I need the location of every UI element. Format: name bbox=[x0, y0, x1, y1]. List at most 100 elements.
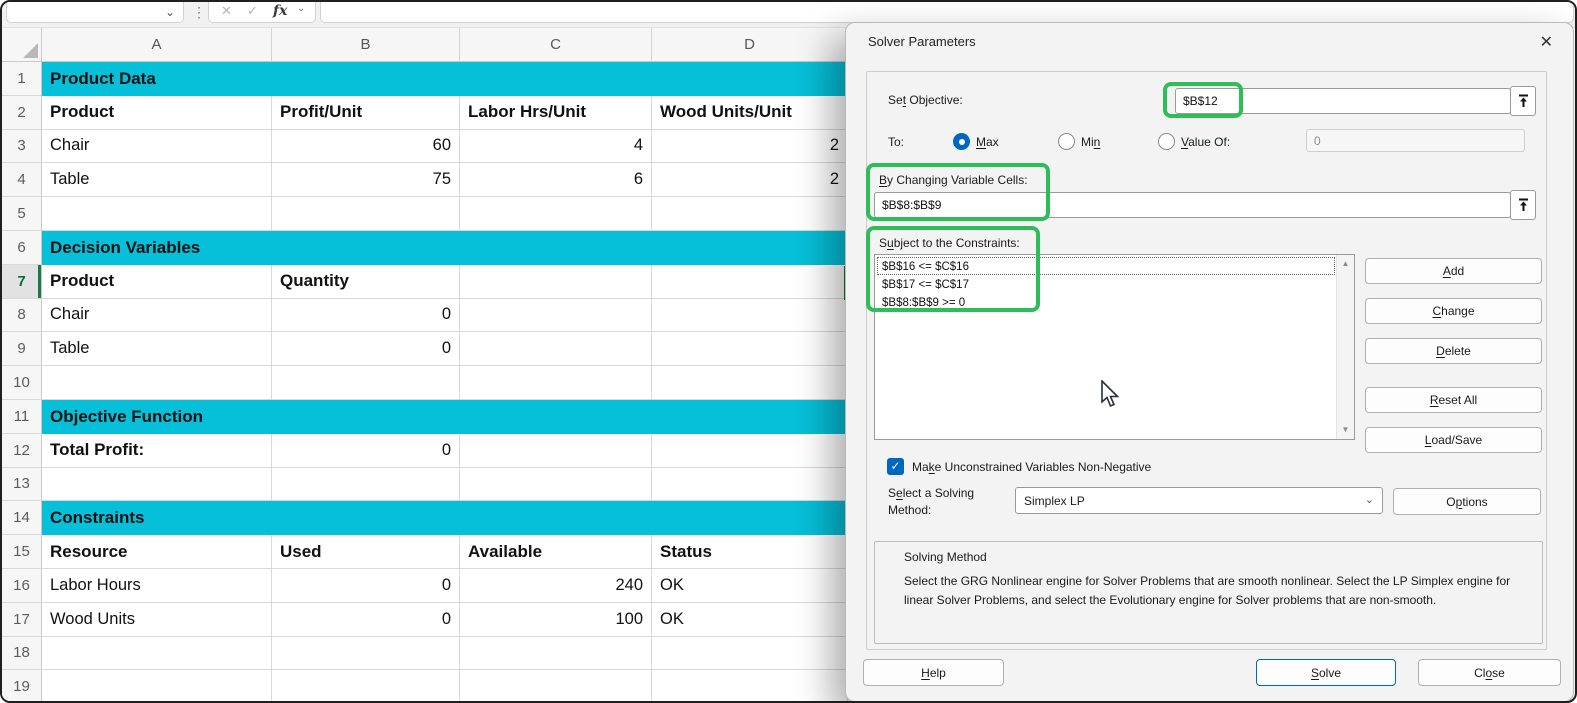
close-icon[interactable]: ✕ bbox=[1540, 32, 1553, 52]
cell-D2[interactable]: Wood Units/Unit bbox=[652, 95, 848, 130]
cell-D4[interactable]: 2 bbox=[652, 163, 848, 198]
constraint-item-0[interactable]: $B$16 <= $C$16 bbox=[877, 257, 1335, 275]
radio-value-of[interactable] bbox=[1158, 133, 1175, 150]
cell-C8[interactable] bbox=[460, 298, 652, 333]
row-header-16[interactable]: 16 bbox=[2, 568, 42, 603]
cell-D15[interactable]: Status bbox=[652, 535, 848, 569]
formula-bar-input[interactable] bbox=[320, 2, 1574, 23]
section-header-cell-A1[interactable]: Product Data bbox=[42, 62, 848, 96]
cell-B4[interactable]: 75 bbox=[272, 163, 460, 198]
select-all-corner[interactable] bbox=[2, 28, 42, 62]
help-button[interactable]: Help bbox=[863, 659, 1004, 686]
cell-B5[interactable] bbox=[272, 197, 460, 231]
row-header-7[interactable]: 7 bbox=[2, 264, 42, 299]
cell-C3[interactable]: 4 bbox=[460, 129, 652, 164]
cell-A16[interactable]: Labor Hours bbox=[42, 568, 272, 603]
cell-B2[interactable]: Profit/Unit bbox=[272, 95, 460, 130]
radio-value-of-label[interactable]: Value Of: bbox=[1181, 135, 1230, 149]
row-header-18[interactable]: 18 bbox=[2, 636, 42, 671]
add-button[interactable]: Add bbox=[1365, 258, 1542, 284]
cell-B15[interactable]: Used bbox=[272, 535, 460, 569]
cell-A12[interactable]: Total Profit: bbox=[42, 433, 272, 468]
row-header-19[interactable]: 19 bbox=[2, 670, 42, 701]
name-box[interactable]: ⌄ bbox=[6, 2, 184, 23]
cell-C12[interactable] bbox=[460, 433, 652, 468]
cell-C7[interactable] bbox=[460, 264, 652, 299]
cell-A8[interactable]: Chair bbox=[42, 298, 272, 333]
section-header-cell-A6[interactable]: Decision Variables bbox=[42, 230, 848, 265]
cell-D8[interactable] bbox=[652, 298, 848, 333]
row-header-17[interactable]: 17 bbox=[2, 602, 42, 637]
column-header-C[interactable]: C bbox=[460, 28, 652, 62]
cell-D19[interactable] bbox=[652, 670, 848, 701]
cell-D7[interactable] bbox=[652, 264, 848, 299]
cell-A7[interactable]: Product bbox=[42, 264, 272, 299]
listbox-scrollbar[interactable]: ▲ ▼ bbox=[1336, 255, 1354, 439]
constraint-item-2[interactable]: $B$8:$B$9 >= 0 bbox=[877, 293, 1335, 311]
row-header-9[interactable]: 9 bbox=[2, 332, 42, 367]
cell-A17[interactable]: Wood Units bbox=[42, 602, 272, 637]
more-options-icon[interactable]: ⋮ bbox=[192, 4, 206, 21]
cell-B12[interactable]: 0 bbox=[272, 433, 460, 468]
cell-C17[interactable]: 100 bbox=[460, 602, 652, 637]
variable-cells-range-picker-button[interactable] bbox=[1510, 190, 1536, 220]
cell-A2[interactable]: Product bbox=[42, 95, 272, 130]
row-header-3[interactable]: 3 bbox=[2, 129, 42, 164]
options-button[interactable]: Op tions bbox=[1393, 488, 1541, 515]
cell-B17[interactable]: 0 bbox=[272, 602, 460, 637]
cell-D3[interactable]: 2 bbox=[652, 129, 848, 164]
cell-C10[interactable] bbox=[460, 366, 652, 400]
row-header-15[interactable]: 15 bbox=[2, 535, 42, 569]
row-header-6[interactable]: 6 bbox=[2, 230, 42, 265]
solve-button[interactable]: Solve bbox=[1256, 659, 1396, 686]
cell-D13[interactable] bbox=[652, 467, 848, 502]
section-header-cell-A14[interactable]: Constraints bbox=[42, 501, 848, 536]
row-header-12[interactable]: 12 bbox=[2, 433, 42, 468]
cell-C16[interactable]: 240 bbox=[460, 568, 652, 603]
variable-cells-input[interactable]: $B$8:$B$9 bbox=[874, 192, 1511, 218]
row-header-1[interactable]: 1 bbox=[2, 62, 42, 96]
cell-D5[interactable] bbox=[652, 197, 848, 231]
radio-max-label[interactable]: Max bbox=[976, 135, 999, 149]
reset-all-button[interactable]: Reset All bbox=[1365, 387, 1542, 413]
row-header-10[interactable]: 10 bbox=[2, 366, 42, 400]
row-header-11[interactable]: 11 bbox=[2, 399, 42, 434]
cell-A9[interactable]: Table bbox=[42, 332, 272, 367]
cell-A4[interactable]: Table bbox=[42, 163, 272, 198]
scroll-down-icon[interactable]: ▼ bbox=[1337, 422, 1354, 438]
objective-range-picker-button[interactable] bbox=[1510, 86, 1536, 116]
cell-D9[interactable] bbox=[652, 332, 848, 367]
cell-A3[interactable]: Chair bbox=[42, 129, 272, 164]
cell-C2[interactable]: Labor Hrs/Unit bbox=[460, 95, 652, 130]
objective-cell-input[interactable]: $B$12 bbox=[1175, 88, 1511, 114]
cell-A19[interactable] bbox=[42, 670, 272, 701]
cell-B19[interactable] bbox=[272, 670, 460, 701]
cell-C5[interactable] bbox=[460, 197, 652, 231]
cell-C4[interactable]: 6 bbox=[460, 163, 652, 198]
cell-B7[interactable]: Quantity bbox=[272, 264, 460, 299]
non-negative-label[interactable]: Make Unconstrained Variables Non-Negativ… bbox=[912, 460, 1151, 474]
section-header-cell-A11[interactable]: Objective Function bbox=[42, 399, 848, 434]
constraints-listbox[interactable]: $B$16 <= $C$16 $B$17 <= $C$17 $B$8:$B$9 >=… bbox=[874, 254, 1355, 440]
cell-C9[interactable] bbox=[460, 332, 652, 367]
cell-D18[interactable] bbox=[652, 636, 848, 671]
cell-C13[interactable] bbox=[460, 467, 652, 502]
row-header-4[interactable]: 4 bbox=[2, 163, 42, 198]
non-negative-checkbox[interactable]: ✓ bbox=[887, 458, 904, 475]
delete-button[interactable]: Delete bbox=[1365, 338, 1542, 364]
enter-icon[interactable]: ✓ bbox=[247, 3, 258, 19]
cell-B18[interactable] bbox=[272, 636, 460, 671]
cell-B3[interactable]: 60 bbox=[272, 129, 460, 164]
column-header-D[interactable]: D bbox=[652, 28, 848, 62]
constraint-item-1[interactable]: $B$17 <= $C$17 bbox=[877, 275, 1335, 293]
close-button[interactable]: Cl o se bbox=[1418, 659, 1561, 686]
row-header-5[interactable]: 5 bbox=[2, 197, 42, 231]
radio-min[interactable] bbox=[1058, 133, 1075, 150]
insert-function-icon[interactable]: fx bbox=[273, 3, 287, 19]
chevron-down-icon[interactable]: ⌄ bbox=[297, 3, 305, 14]
radio-min-label[interactable]: Min bbox=[1081, 135, 1100, 149]
row-header-2[interactable]: 2 bbox=[2, 95, 42, 130]
cell-D17[interactable]: OK bbox=[652, 602, 848, 637]
column-header-B[interactable]: B bbox=[272, 28, 460, 62]
cell-C19[interactable] bbox=[460, 670, 652, 701]
